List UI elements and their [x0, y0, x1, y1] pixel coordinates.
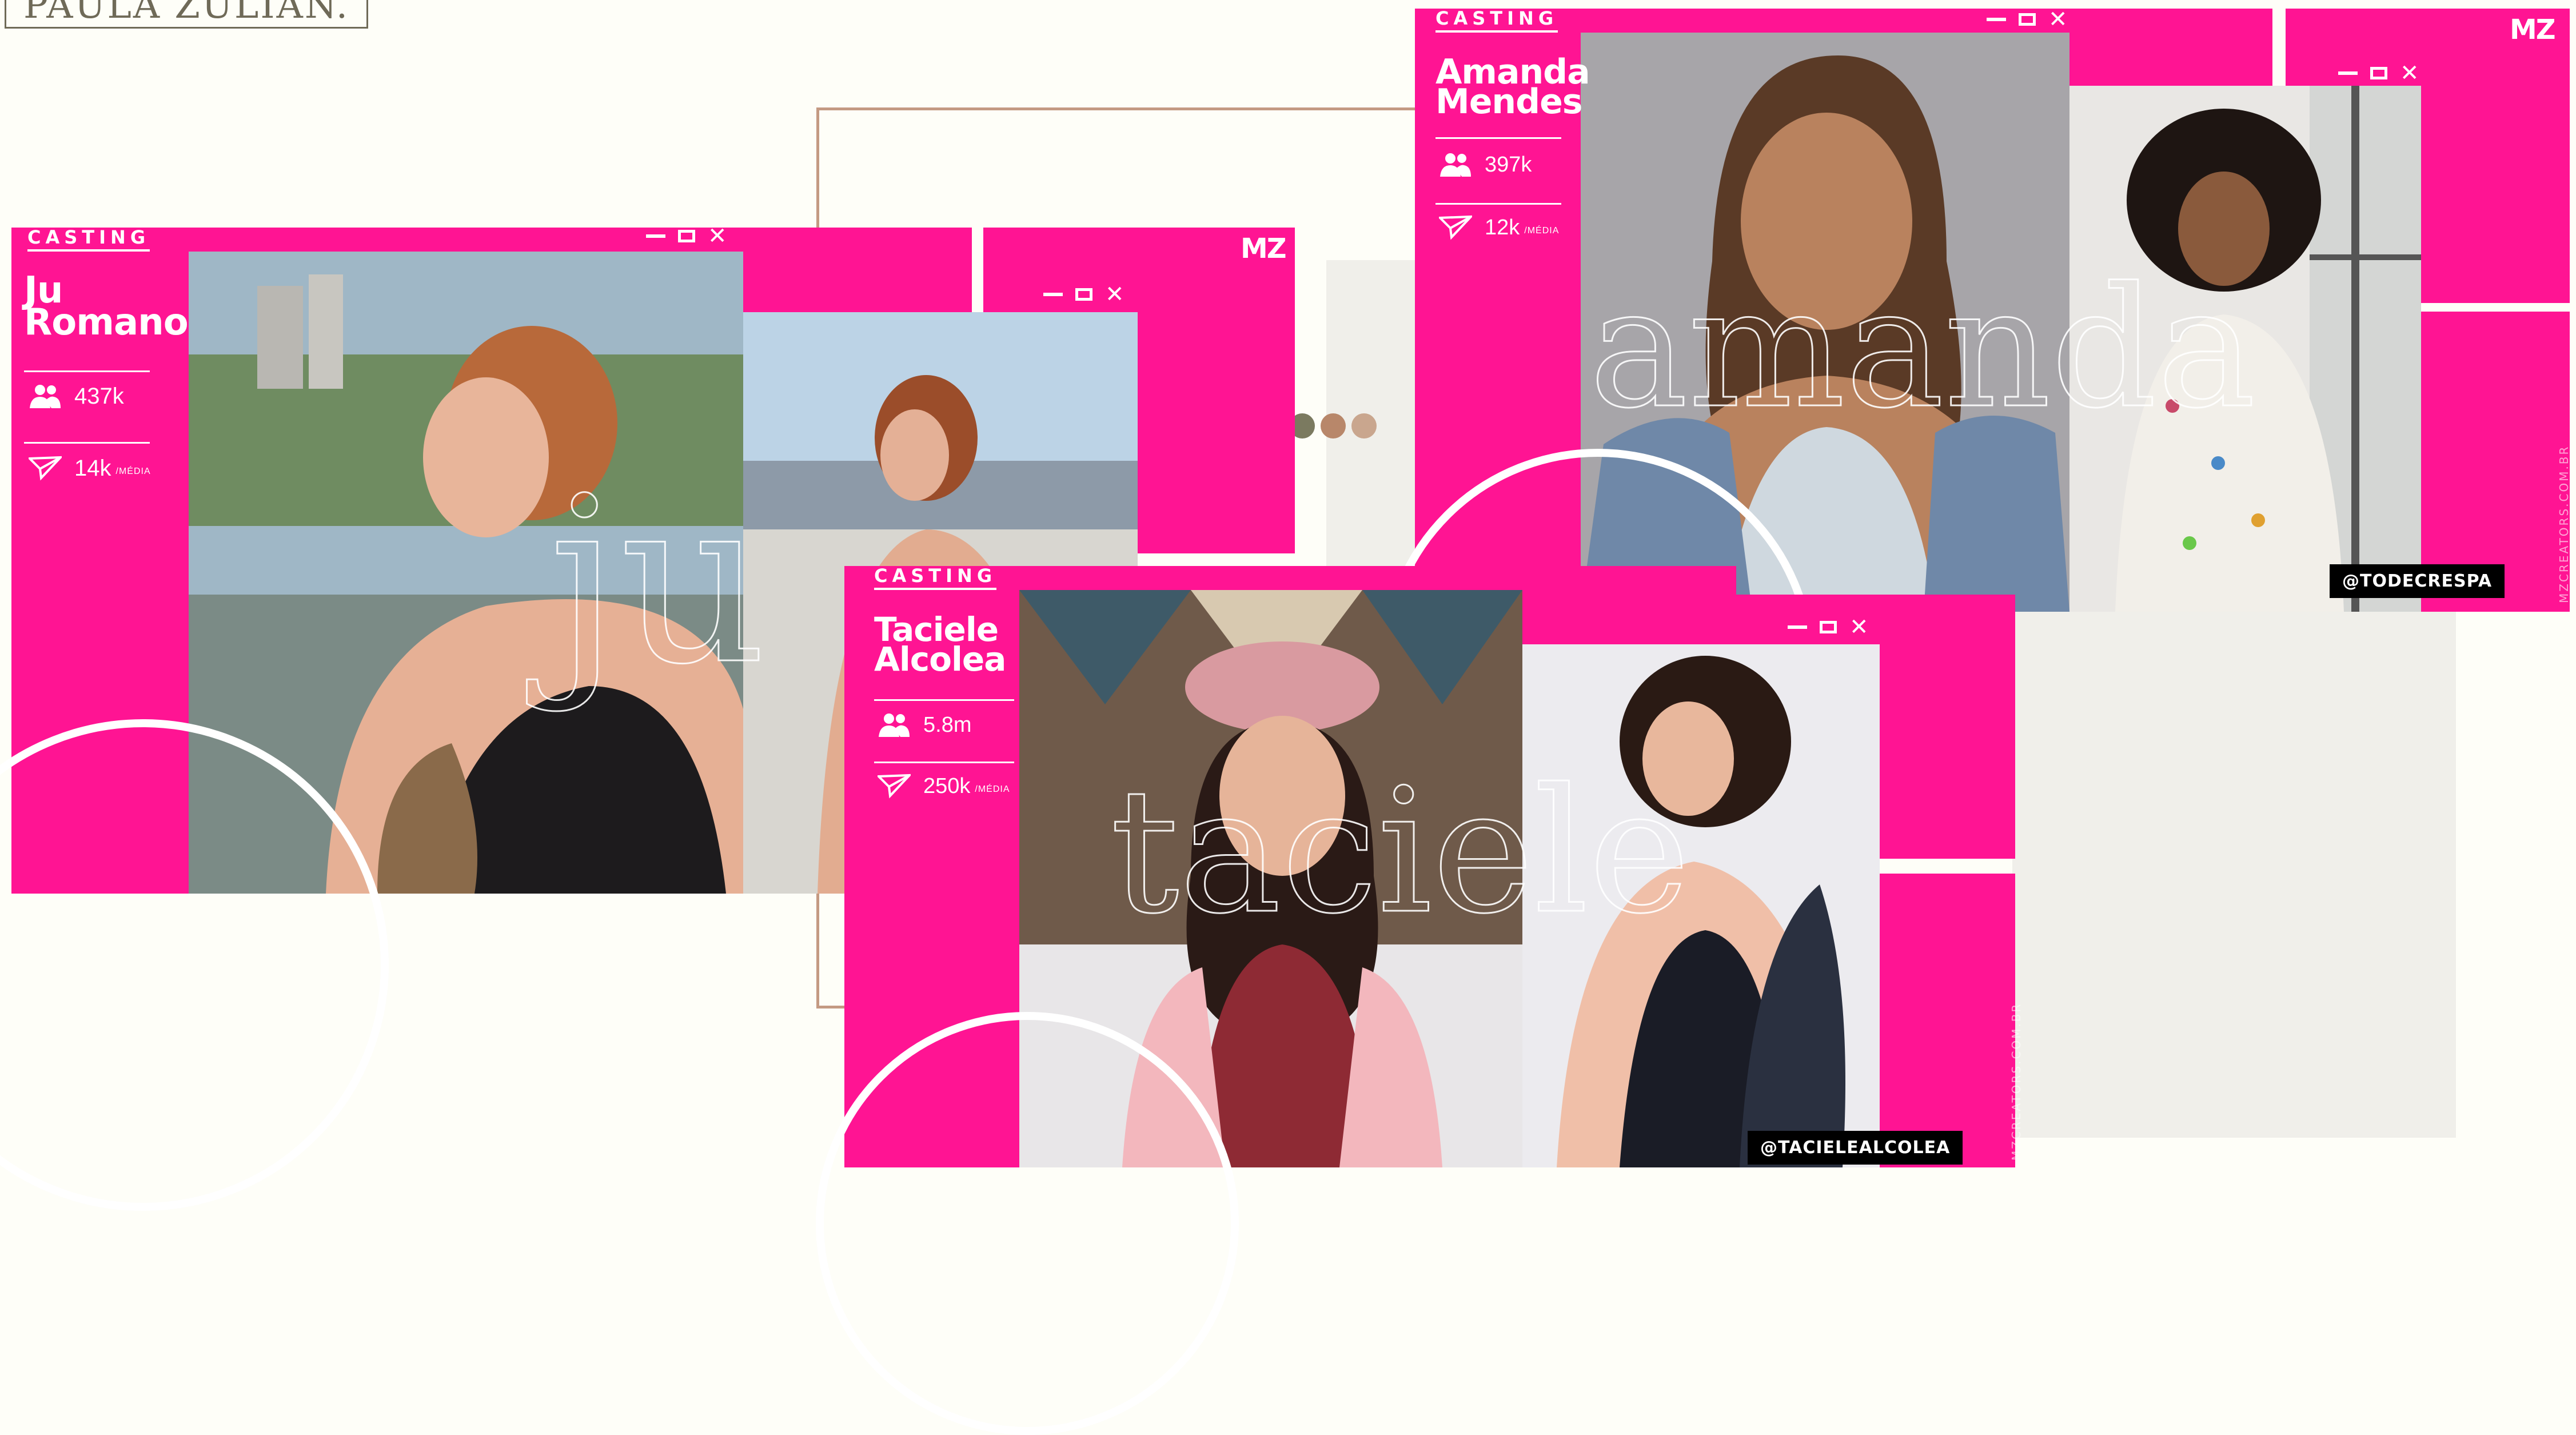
brand-mark: MZ	[2510, 14, 2556, 46]
close-icon[interactable]: ✕	[708, 225, 727, 248]
minimize-icon[interactable]	[1788, 625, 1807, 629]
people-icon	[30, 385, 61, 408]
engagement-stat: 12k /MÉDIA	[1439, 214, 1559, 241]
decorative-panel	[2012, 606, 2456, 1138]
talent-last-name: Romano	[24, 301, 189, 344]
panel-gap	[972, 228, 983, 302]
followers-count: 437k	[74, 383, 124, 409]
stat-divider	[1435, 203, 1561, 205]
people-icon	[1440, 153, 1471, 177]
engagement-suffix: /MÉDIA	[975, 784, 1010, 794]
stat-divider	[874, 699, 1014, 701]
ghost-name: taciele	[1109, 752, 1690, 951]
talent-name: Amanda Mendes	[1435, 55, 1590, 122]
talent-name: Ju Romano	[24, 272, 189, 344]
talent-last-name: Alcolea	[874, 640, 1006, 679]
close-icon[interactable]: ✕	[1105, 283, 1124, 306]
casting-label: CASTING	[874, 566, 997, 590]
minimize-icon[interactable]	[2338, 71, 2358, 75]
followers-stat: 5.8m	[878, 712, 971, 738]
paper-plane-icon	[1439, 215, 1472, 240]
brand-mark: MZ	[1241, 233, 1287, 265]
decorative-arc	[816, 1012, 1239, 1435]
palette-dot	[1321, 413, 1346, 439]
talent-last-name: Mendes	[1435, 82, 1582, 122]
window-controls[interactable]: ✕	[646, 225, 727, 248]
window-controls[interactable]: ✕	[1987, 8, 2068, 31]
casting-card-amanda: CASTING Amanda Mendes 397k 12k /MÉDIA ✕ …	[1381, 8, 2571, 883]
engagement-count: 14k	[74, 455, 111, 481]
stat-divider	[24, 442, 150, 444]
window-controls[interactable]: ✕	[1788, 616, 1869, 639]
followers-stat: 437k	[29, 383, 124, 409]
engagement-suffix: /MÉDIA	[1524, 226, 1560, 236]
paper-plane-icon	[29, 456, 62, 481]
website-vertical-text: MZCREATORS.COM.BR	[2009, 1002, 2023, 1161]
casting-label: CASTING	[1435, 9, 1558, 33]
maximize-icon[interactable]	[1820, 621, 1837, 633]
minimize-icon[interactable]	[1043, 293, 1063, 296]
followers-count: 5.8m	[923, 712, 972, 737]
ghost-name: ju	[548, 449, 768, 715]
card-panel-tertiary	[1873, 874, 2015, 1167]
maximize-icon[interactable]	[678, 230, 695, 242]
people-icon	[879, 713, 910, 737]
stat-divider	[1435, 137, 1561, 139]
paper-plane-icon	[878, 774, 911, 799]
engagement-suffix: /MÉDIA	[115, 467, 151, 476]
maximize-icon[interactable]	[1075, 288, 1092, 301]
social-handle-tag: @TODECRESPA	[2330, 564, 2505, 598]
casting-card-taciele: CASTING Taciele Alcolea 5.8m 250k /MÉDIA…	[816, 566, 2023, 1435]
close-icon[interactable]: ✕	[1849, 616, 1869, 639]
engagement-count: 250k	[923, 774, 971, 798]
engagement-count: 12k	[1485, 215, 1520, 240]
followers-count: 397k	[1485, 152, 1532, 177]
minimize-icon[interactable]	[1987, 18, 2006, 21]
talent-name: Taciele Alcolea	[874, 613, 1006, 679]
social-handle-tag: @TACIELEALCOLEA	[1748, 1131, 1963, 1165]
followers-stat: 397k	[1439, 152, 1532, 178]
palette-dot	[1351, 413, 1377, 439]
window-controls[interactable]: ✕	[1043, 283, 1124, 306]
window-controls[interactable]: ✕	[2338, 62, 2419, 85]
close-icon[interactable]: ✕	[2400, 62, 2419, 85]
ghost-name: amanda	[1588, 252, 2256, 445]
stat-divider	[874, 762, 1014, 763]
maximize-icon[interactable]	[2370, 67, 2387, 79]
stat-divider	[24, 370, 150, 372]
brand-logo: PAULA ZULIAN.	[5, 0, 369, 29]
engagement-stat: 14k /MÉDIA	[29, 455, 151, 481]
website-vertical-text: MZCREATORS.COM.BR	[2557, 445, 2571, 603]
minimize-icon[interactable]	[646, 234, 665, 238]
engagement-stat: 250k /MÉDIA	[878, 773, 1010, 799]
casting-label: CASTING	[27, 228, 150, 252]
maximize-icon[interactable]	[2019, 13, 2036, 26]
close-icon[interactable]: ✕	[2048, 8, 2068, 31]
